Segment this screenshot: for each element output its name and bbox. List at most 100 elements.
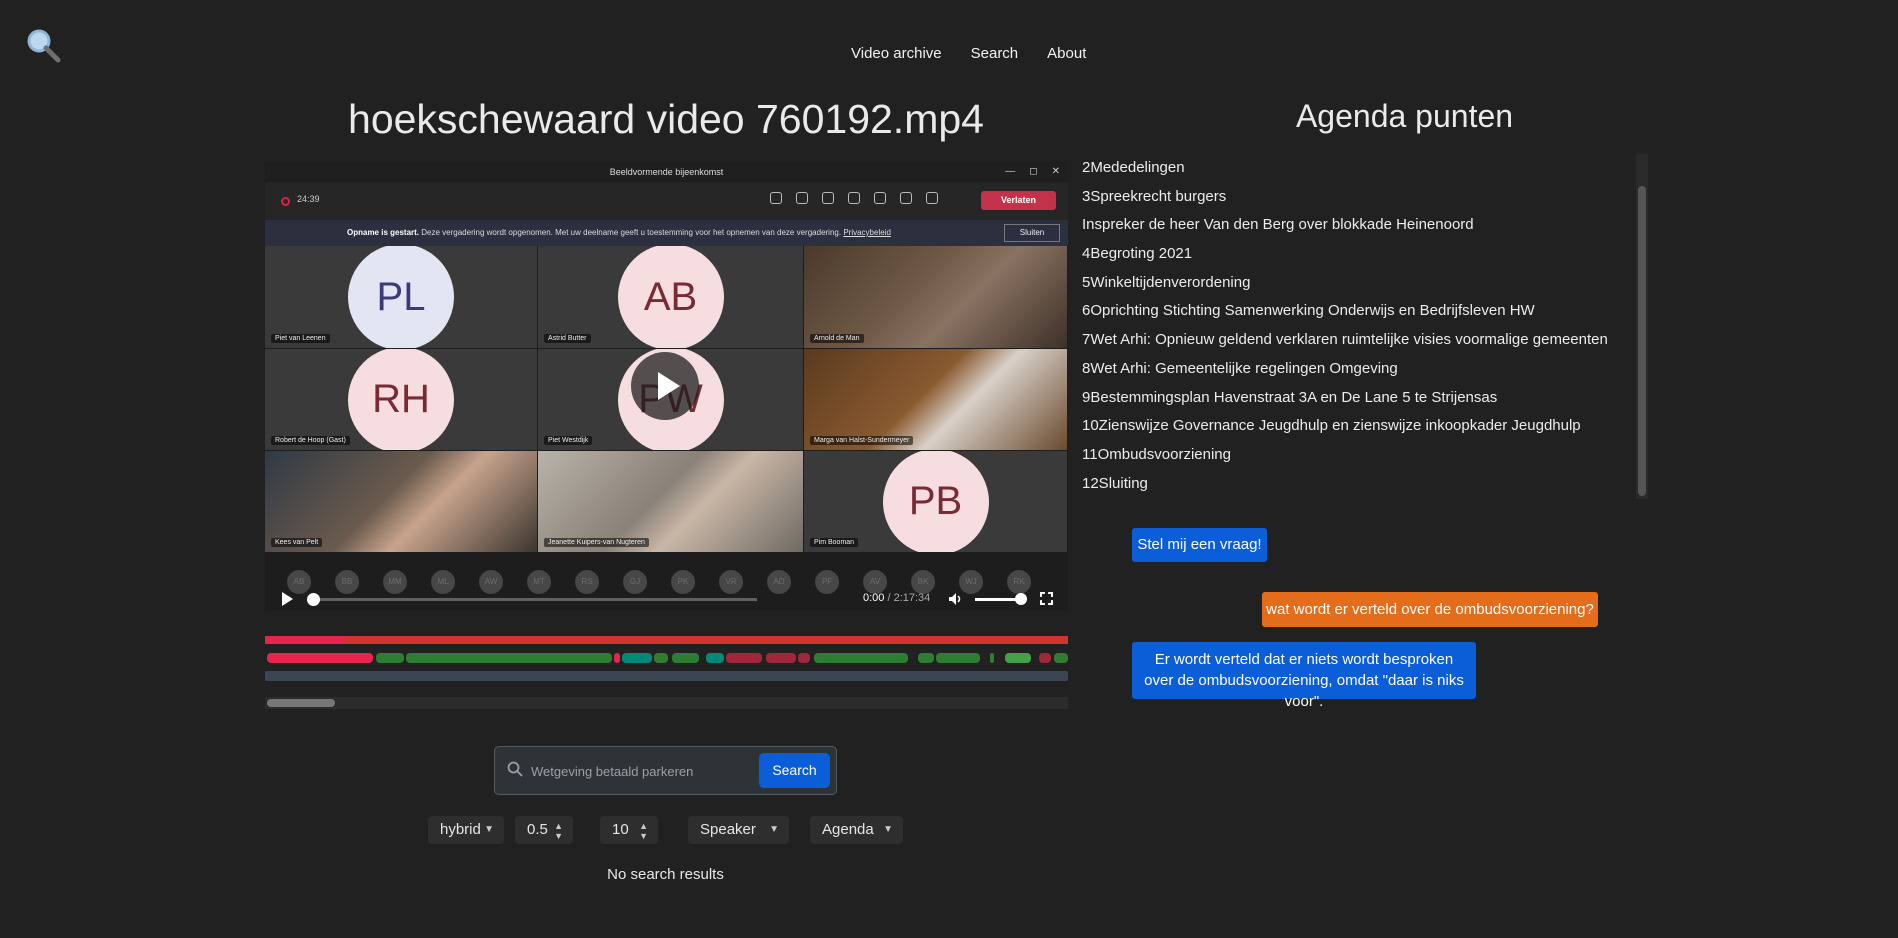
- agenda-item[interactable]: 2Mededelingen: [1082, 154, 1652, 183]
- timeline-segment[interactable]: [814, 653, 908, 663]
- volume-icon[interactable]: [949, 593, 963, 605]
- agenda-select[interactable]: Agenda ▼: [810, 816, 903, 844]
- timeline-segment[interactable]: [706, 653, 724, 663]
- video-player[interactable]: Beeldvormende bijeenkomst — ◻ ✕ 24:39 Ve…: [265, 162, 1068, 611]
- raise-hand-icon: [822, 192, 834, 204]
- close-icon: ✕: [1051, 166, 1060, 177]
- meeting-window-title: Beeldvormende bijeenkomst: [609, 167, 724, 177]
- timeline-segment[interactable]: [654, 653, 668, 663]
- timeline-search-results[interactable]: [265, 671, 1068, 681]
- timeline-segment[interactable]: [1039, 653, 1051, 663]
- participant-tile: PL Piet van Leenen: [265, 246, 538, 349]
- avatar: AB: [617, 246, 724, 348]
- agenda-item[interactable]: 4Begroting 2021: [1082, 240, 1652, 269]
- agenda-list: 2Mededelingen 3Spreekrecht burgers Inspr…: [1082, 154, 1652, 499]
- agenda-item[interactable]: 9Bestemmingsplan Havenstraat 3A en De La…: [1082, 384, 1652, 413]
- mic-icon: [900, 192, 912, 204]
- nav-search[interactable]: Search: [971, 45, 1019, 62]
- agenda-item[interactable]: 3Spreekrecht burgers: [1082, 183, 1652, 212]
- search-input[interactable]: [531, 755, 749, 787]
- agenda-value: Agenda: [822, 821, 874, 838]
- main-nav: Video archive Search About: [851, 45, 1086, 62]
- magnifier-logo-icon[interactable]: [24, 26, 64, 66]
- meeting-window-bar: Beeldvormende bijeenkomst — ◻ ✕: [265, 162, 1068, 182]
- timeline-segment[interactable]: [265, 636, 345, 644]
- big-play-button[interactable]: [631, 352, 699, 420]
- agenda-item[interactable]: 5Winkeltijdenverordening: [1082, 269, 1652, 298]
- search-status: No search results: [607, 866, 724, 883]
- camera-icon: [874, 192, 886, 204]
- participant-tile-camera: Marga van Halst-Sundermeyer: [804, 349, 1068, 451]
- agenda-item[interactable]: 11Ombudsvoorziening: [1082, 441, 1652, 470]
- timeline-segment[interactable]: [376, 653, 404, 663]
- meeting-toolbar-icons: [770, 192, 938, 204]
- nav-video-archive[interactable]: Video archive: [851, 45, 942, 62]
- agenda-item[interactable]: 12Sluiting: [1082, 470, 1652, 499]
- timeline-scrollbar[interactable]: [265, 697, 1068, 709]
- chevron-down-icon: ▼: [769, 824, 779, 835]
- agenda-item[interactable]: 8Wet Arhi: Gemeentelijke regelingen Omge…: [1082, 355, 1652, 384]
- agenda-item[interactable]: 6Oprichting Stichting Samenwerking Onder…: [1082, 297, 1652, 326]
- timeline-segment[interactable]: [614, 653, 620, 663]
- timeline-segment[interactable]: [1005, 653, 1031, 663]
- participant-name: Piet van Leenen: [271, 334, 330, 343]
- agenda-item[interactable]: 7Wet Arhi: Opnieuw geldend verklaren rui…: [1082, 326, 1652, 355]
- minimize-icon: —: [1005, 166, 1016, 177]
- timeline-agenda[interactable]: [265, 636, 1068, 644]
- timeline-segment[interactable]: [936, 653, 980, 663]
- search-icon: [507, 761, 523, 777]
- seek-bar[interactable]: [313, 598, 757, 601]
- notice-text: Deze vergadering wordt opgenomen. Met uw…: [421, 228, 842, 237]
- participant-name: Pim Booman: [810, 538, 859, 547]
- leave-meeting-label: Verlaten: [981, 191, 1056, 210]
- participant-name: Marga van Halst-Sundermeyer: [810, 436, 914, 445]
- window-controls: — ◻ ✕: [1005, 162, 1060, 182]
- result-count-input[interactable]: 10 ▲ ▼: [600, 816, 658, 844]
- timeline-segment[interactable]: [726, 653, 762, 663]
- agenda-title: Agenda punten: [1295, 98, 1514, 134]
- timeline-speakers[interactable]: [265, 653, 1068, 663]
- participant-name: Piet Westdijk: [544, 436, 593, 445]
- nav-about[interactable]: About: [1047, 45, 1086, 62]
- seek-handle[interactable]: [307, 593, 320, 606]
- volume-handle[interactable]: [1015, 593, 1027, 605]
- timeline-segment[interactable]: [1054, 653, 1068, 663]
- avatar: PL: [348, 246, 454, 348]
- recording-notice: Opname is gestart. Deze vergadering word…: [265, 220, 1068, 246]
- participants-icon: [770, 192, 782, 204]
- more-icon: [848, 192, 860, 204]
- speaker-select[interactable]: Speaker ▼: [688, 816, 789, 844]
- result-count-value: 10: [612, 821, 629, 838]
- maximize-icon: ◻: [1029, 166, 1038, 177]
- timeline-segment[interactable]: [622, 653, 652, 663]
- timeline-segment[interactable]: [267, 653, 373, 663]
- ask-question-button[interactable]: Stel mij een vraag!: [1132, 528, 1267, 562]
- participant-tile: PB Pim Booman: [804, 451, 1068, 553]
- avatar: PB: [882, 451, 989, 552]
- scrollbar-thumb[interactable]: [1638, 186, 1646, 496]
- timeline-segment[interactable]: [766, 653, 796, 663]
- timeline-segment[interactable]: [672, 653, 699, 663]
- search-button[interactable]: Search: [759, 753, 830, 788]
- threshold-input[interactable]: 0.5 ▲ ▼: [515, 816, 573, 844]
- scrollbar-thumb[interactable]: [267, 699, 335, 707]
- agenda-scrollbar[interactable]: [1636, 154, 1648, 499]
- participant-tile-camera: Arnold de Man: [804, 246, 1068, 349]
- timeline-segment[interactable]: [798, 653, 810, 663]
- timeline-segment[interactable]: [990, 653, 994, 663]
- avatar: RH: [348, 349, 454, 450]
- timeline-segment[interactable]: [406, 653, 612, 663]
- agenda-item[interactable]: 10Zienswijze Governance Jeugdhulp en zie…: [1082, 412, 1652, 441]
- play-icon[interactable]: [282, 592, 293, 606]
- fullscreen-icon[interactable]: [1040, 592, 1053, 605]
- recording-time: 24:39: [297, 194, 320, 204]
- timeline-segment[interactable]: [918, 653, 934, 663]
- notice-link: Privacybeleid: [843, 228, 891, 237]
- participant-tile-camera: Kees van Pelt: [265, 451, 538, 553]
- agenda-item[interactable]: Inspreker de heer Van den Berg over blok…: [1082, 211, 1652, 240]
- assistant-message: Er wordt verteld dat er niets wordt besp…: [1132, 642, 1476, 710]
- participant-name: Arnold de Man: [810, 334, 864, 343]
- search-mode-select[interactable]: hybrid ▼: [428, 816, 504, 844]
- notice-close-label: Sluiten: [1004, 224, 1060, 242]
- participant-name: Jeanette Kuipers-van Nugteren: [544, 538, 649, 547]
